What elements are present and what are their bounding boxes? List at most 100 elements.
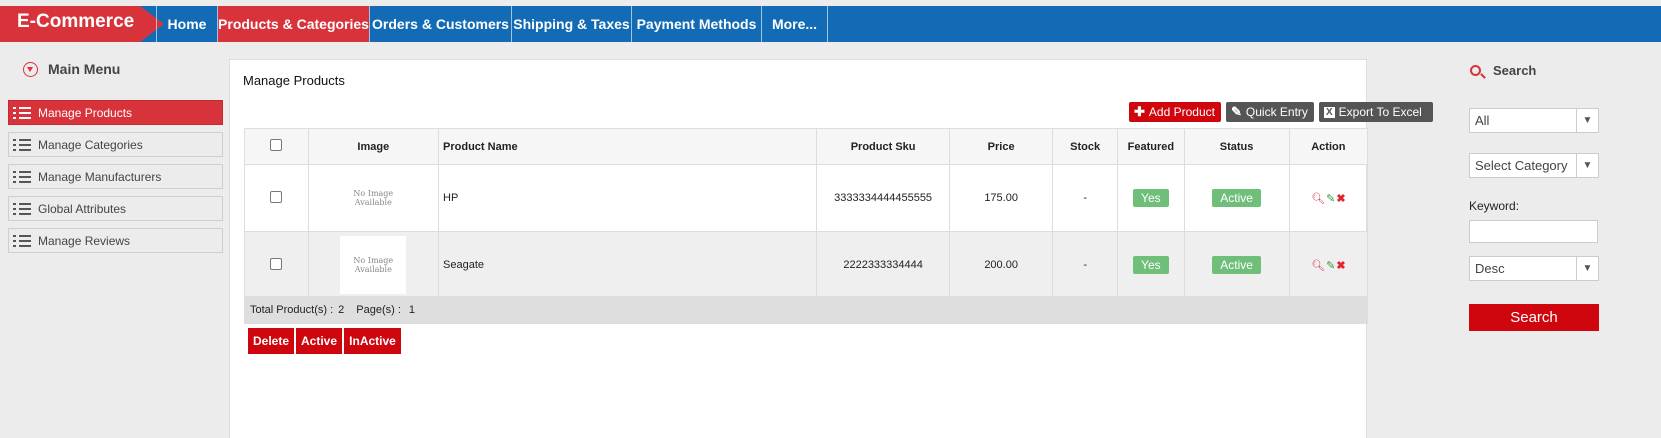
row-actions: 🔍︎ ✎ ✖ — [1311, 192, 1345, 205]
nav-payment-methods[interactable]: Payment Methods — [631, 6, 761, 42]
keyword-label: Keyword: — [1469, 199, 1520, 213]
view-icon[interactable]: 🔍︎ — [1311, 259, 1325, 272]
image-cell: No Image Available — [307, 231, 440, 299]
excel-file-icon: X — [1324, 106, 1335, 118]
status-cell: Active — [1183, 231, 1290, 299]
featured-cell: Yes — [1117, 164, 1185, 232]
column-header: Status — [1183, 128, 1290, 165]
pages-label: Page(s) : — [356, 304, 401, 316]
list-icon — [13, 202, 31, 215]
nav-orders-customers[interactable]: Orders & Customers — [369, 6, 511, 42]
nav-products-categories[interactable]: Products & Categories — [217, 6, 369, 42]
edit-icon[interactable]: ✎ — [1326, 192, 1335, 205]
deactivate-button[interactable]: InActive — [344, 328, 401, 354]
featured-cell: Yes — [1117, 231, 1185, 299]
column-header: Image — [307, 128, 440, 165]
delete-button[interactable]: Delete — [248, 328, 294, 354]
add-product-button[interactable]: ✚ Add Product — [1129, 102, 1221, 122]
view-icon[interactable]: 🔍︎ — [1311, 192, 1325, 205]
order-select[interactable]: Desc ▼ — [1469, 256, 1599, 281]
quick-entry-label: Quick Entry — [1245, 105, 1308, 119]
quick-entry-button[interactable]: ✎ Quick Entry — [1226, 102, 1314, 122]
chevron-down-icon: ▼ — [1576, 257, 1598, 280]
search-title-label: Search — [1493, 63, 1537, 78]
keyword-input[interactable] — [1469, 220, 1598, 243]
row-select — [244, 231, 309, 299]
top-nav: E-Commerce Home Products & Categories Or… — [0, 6, 1661, 42]
action-cell: 🔍︎ ✎ ✖ — [1288, 231, 1369, 299]
pencil-icon: ✎ — [1231, 104, 1242, 119]
filter-select[interactable]: All ▼ — [1469, 108, 1599, 133]
column-header: Product Sku — [816, 128, 951, 165]
total-count: 2 — [338, 304, 345, 316]
sidebar-item-label: Manage Products — [38, 105, 133, 120]
pages-count: 1 — [408, 304, 416, 316]
plus-icon: ✚ — [1134, 104, 1145, 119]
featured-badge[interactable]: Yes — [1133, 256, 1169, 274]
product-sku: 3333334444455555 — [816, 164, 951, 232]
list-icon — [13, 234, 31, 247]
nav-home[interactable]: Home — [156, 6, 217, 42]
delete-icon[interactable]: ✖ — [1336, 192, 1345, 205]
search-button[interactable]: Search — [1469, 304, 1599, 331]
row-actions: 🔍︎ ✎ ✖ — [1311, 259, 1345, 272]
column-header: Featured — [1117, 128, 1185, 165]
table-header-row: Image Product Name Product Sku Price Sto… — [244, 128, 1369, 165]
page-title: Manage Products — [243, 73, 345, 88]
column-header: Action — [1288, 128, 1369, 165]
status-cell: Active — [1183, 164, 1290, 232]
image-cell: No Image Available — [307, 164, 440, 232]
chevron-down-icon: ▼ — [1576, 109, 1598, 132]
status-badge[interactable]: Active — [1212, 256, 1261, 274]
filter-value: All — [1475, 113, 1490, 128]
select-all-checkbox[interactable] — [270, 139, 283, 151]
product-name: HP — [438, 164, 818, 232]
main-panel: Manage Products ✚ Add Product ✎ Quick En… — [229, 59, 1433, 438]
category-value: Select Category — [1475, 158, 1568, 173]
sidebar-item-manage-manufacturers[interactable]: Manage Manufacturers — [8, 164, 223, 189]
export-excel-button[interactable]: X Export To Excel — [1319, 102, 1433, 122]
product-image: No Image Available — [340, 236, 407, 294]
order-value: Desc — [1475, 261, 1505, 276]
product-stock: - — [1052, 231, 1119, 299]
chevron-down-icon: ▼ — [1576, 154, 1598, 177]
row-checkbox[interactable] — [270, 257, 283, 270]
column-header: Price — [949, 128, 1054, 165]
list-icon — [13, 170, 31, 183]
sidebar-item-manage-reviews[interactable]: Manage Reviews — [8, 228, 223, 253]
chevron-down-circle-icon — [23, 61, 38, 77]
row-checkbox[interactable] — [270, 190, 283, 203]
list-icon — [13, 138, 31, 151]
delete-icon[interactable]: ✖ — [1336, 259, 1345, 272]
activate-button[interactable]: Active — [296, 328, 342, 354]
main-menu-toggle[interactable]: Main Menu — [23, 61, 120, 77]
list-icon — [13, 106, 31, 119]
edit-icon[interactable]: ✎ — [1326, 259, 1335, 272]
sidebar-item-manage-categories[interactable]: Manage Categories — [8, 132, 223, 157]
row-select — [244, 164, 309, 232]
sidebar-item-label: Manage Categories — [38, 137, 143, 152]
status-badge[interactable]: Active — [1212, 189, 1261, 207]
sidebar-item-label: Global Attributes — [38, 201, 127, 216]
featured-badge[interactable]: Yes — [1133, 189, 1169, 207]
brand-logo[interactable]: E-Commerce — [0, 6, 140, 42]
export-excel-label: Export To Excel — [1338, 105, 1422, 119]
category-select[interactable]: Select Category ▼ — [1469, 153, 1599, 178]
header-select-all — [244, 128, 309, 165]
nav-divider — [827, 6, 828, 42]
sidebar-item-label: Manage Reviews — [38, 233, 131, 248]
nav-shipping-taxes[interactable]: Shipping & Taxes — [511, 6, 631, 42]
product-price: 175.00 — [949, 164, 1054, 232]
add-product-label: Add Product — [1148, 105, 1215, 119]
sidebar-item-manage-products[interactable]: Manage Products — [8, 100, 223, 125]
table-footer: Total Product(s) : 2 Page(s) : 1 — [244, 296, 1368, 324]
main-menu-title: Main Menu — [48, 61, 121, 77]
nav-more[interactable]: More... — [761, 6, 827, 42]
product-stock: - — [1052, 164, 1119, 232]
column-header: Stock — [1052, 128, 1119, 165]
sidebar-item-global-attributes[interactable]: Global Attributes — [8, 196, 223, 221]
search-panel-title: Search — [1470, 63, 1536, 78]
product-price: 200.00 — [949, 231, 1054, 299]
table-row: No Image Available HP 3333334444455555 1… — [244, 164, 1369, 232]
product-name: Seagate — [438, 231, 818, 299]
